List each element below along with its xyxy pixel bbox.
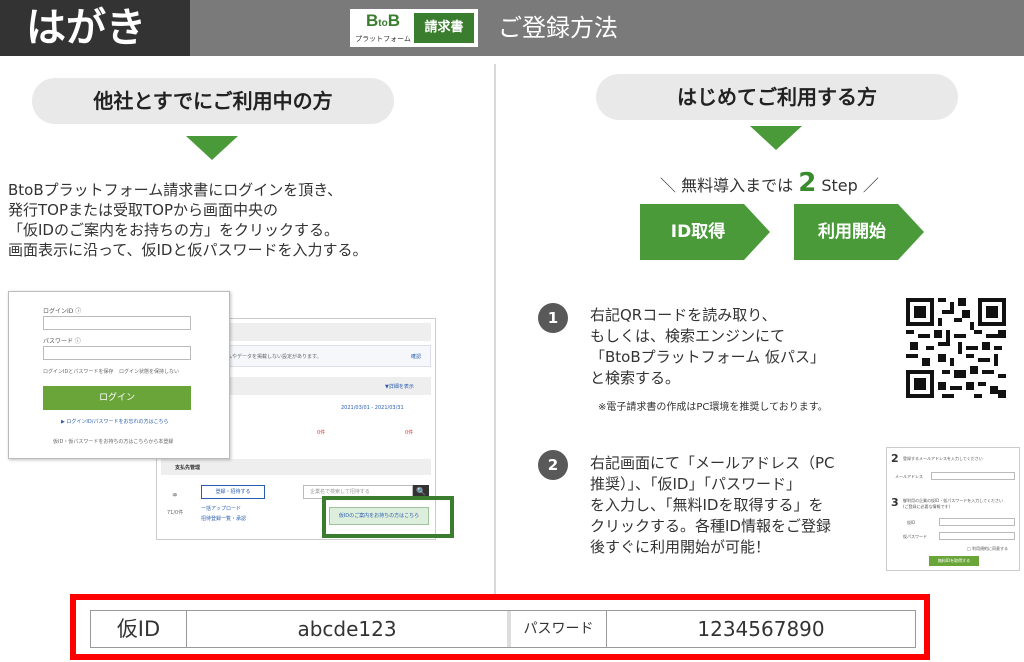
step-number: 2 [798,168,817,198]
step2-line: を入力し、「無料IDを取得する」を [590,496,824,514]
temp-id-label: 仮ID [907,520,916,525]
side-count: 71/0件 [167,510,184,516]
step-id-acquire: ID取得 [640,204,770,260]
step1-text: 右記QRコードを読み取り、 もしくは、検索エンジンにて 「BtoBプラットフォー… [590,305,890,389]
step2-number-badge: 2 [538,450,568,480]
credentials-highlight-box: 仮ID abcde123 パスワード 1234567890 [70,594,930,660]
logo-to: to [378,18,388,29]
mail-label: メールアドレス [895,474,923,479]
down-arrow-icon [750,126,802,150]
date-range[interactable]: 2021/03/01 - 2021/03/31 [341,405,404,411]
invite-list-link[interactable]: 招待登録一覧・承認 [201,515,246,522]
section-row [161,459,431,475]
agree-terms-checkbox[interactable]: □ 利用規約に同意する [967,546,1008,552]
step2-text: 右記画面にて「メールアドレス（PC 推奨）」、「仮ID」「パスワード」 を入力し… [590,453,890,558]
forgot-password-link[interactable]: ▶ ログインID/パスワードをお忘れの方はこちら [61,418,168,425]
password-label: パスワード ⓘ [43,338,81,345]
login-button[interactable]: ログイン [43,386,191,410]
filter-link[interactable]: ▼詳細を表示 [385,383,414,390]
section-title: 支払先管理 [175,465,201,471]
password-label: パスワード [511,611,607,647]
password-value: 1234567890 [697,617,825,641]
login-card: ログインID ⓘ パスワード ⓘ ログインIDとパスワードを保存 ログイン状態を… [8,291,230,459]
hagaki-badge: はがき [0,0,190,56]
instruction-line: 「仮IDのご案内をお持ちの方」をクリックする。 [8,221,339,239]
logo-b1: B [365,11,379,30]
header-bar: はがき BtoB プラットフォーム 請求書 ご登録方法 [0,0,1024,56]
step2-line: 推奨）」、「仮ID」「パスワード」 [590,475,801,493]
page-title: ご登録方法 [498,14,618,42]
step1-line: と検索する。 [590,369,681,387]
step2-line: 右記画面にて「メールアドレス（PC [590,454,835,472]
no-keep-login-checkbox[interactable]: ログイン状態を保持しない [119,368,179,375]
logo-b2: B [387,11,400,30]
step-start-use: 利用開始 [794,204,924,260]
password-input[interactable] [43,346,191,360]
form-step-3: 3 [891,496,899,509]
step1-line: もしくは、検索エンジンにて [590,327,786,345]
info-link[interactable]: 確認 [411,353,421,360]
instruction-line: 発行TOPまたは受取TOPから画面中央の [8,201,279,219]
form-step-3-subtext: (ご登録に必要な情報です) [903,504,951,509]
step-suffix: Step ／ [821,176,879,195]
info-text: ムやデータを掲載しない設定があります。 [227,354,322,360]
step1-line: 右記QRコードを読み取り、 [590,306,777,324]
highlight-frame [322,496,454,538]
qr-code-icon[interactable] [906,298,1006,398]
register-invite-button[interactable]: 登録・招待する [201,485,265,499]
credentials-table: 仮ID abcde123 パスワード 1234567890 [90,610,916,648]
registration-form-screenshot: 2 登録するメールアドレスを入力してください メールアドレス 3 御利用の企業の… [886,447,1020,571]
btob-logo-mark: BtoB プラットフォーム [354,11,412,45]
step2-line: 後すぐに利用開始が可能！ [590,538,771,556]
temp-id-value: abcde123 [297,617,397,641]
link-icon: ⚭ [171,491,179,501]
temp-id-label: 仮ID [91,611,187,647]
instruction-line: BtoBプラットフォーム請求書にログインを頂き、 [8,181,343,199]
logo-invoice-label: 請求書 [414,13,474,43]
count-a: 0件 [317,430,326,436]
form-step-2-text: 登録するメールアドレスを入力してください [903,456,983,461]
bulk-upload-link[interactable]: 一括アップロード [201,505,241,512]
email-field[interactable] [931,472,1015,480]
logo-subtitle: プラットフォーム [355,35,411,43]
step1-number-badge: 1 [538,303,568,333]
temp-password-field[interactable] [939,532,1015,540]
step2-line: クリックする。各種ID情報をご登録 [590,517,831,535]
temp-id-register-note[interactable]: 仮ID・仮パスワードをお持ちの方はこちらから本登録 [53,438,173,445]
step-count-line: ＼ 無料導入までは 2 Step ／ [660,168,920,198]
login-id-label: ログインID ⓘ [43,308,82,315]
temp-id-field[interactable] [939,518,1015,526]
instruction-line: 画面表示に沿って、仮IDと仮パスワードを入力する。 [8,241,368,259]
existing-user-instructions: BtoBプラットフォーム請求書にログインを頂き、 発行TOPまたは受取TOPから… [8,180,488,260]
existing-user-heading: 他社とすでにご利用中の方 [32,78,394,124]
count-b: 0件 [405,430,414,436]
column-divider [494,64,496,594]
temp-password-label: 仮パスワード [903,534,927,539]
btob-logo: BtoB プラットフォーム 請求書 [350,9,478,47]
step-prefix: ＼ 無料導入までは [660,176,794,195]
form-step-2: 2 [891,452,899,465]
new-user-heading: はじめてご利用する方 [596,74,958,120]
save-credentials-checkbox[interactable]: ログインIDとパスワードを保存 [43,368,113,375]
step1-line: 「BtoBプラットフォーム 仮パス」 [590,348,825,366]
login-id-input[interactable] [43,316,191,330]
pc-recommend-note: ※電子請求書の作成はPC環境を推奨しております。 [598,402,828,413]
down-arrow-icon [186,136,238,160]
get-free-id-button[interactable]: 無料IDを取得する [929,556,979,566]
